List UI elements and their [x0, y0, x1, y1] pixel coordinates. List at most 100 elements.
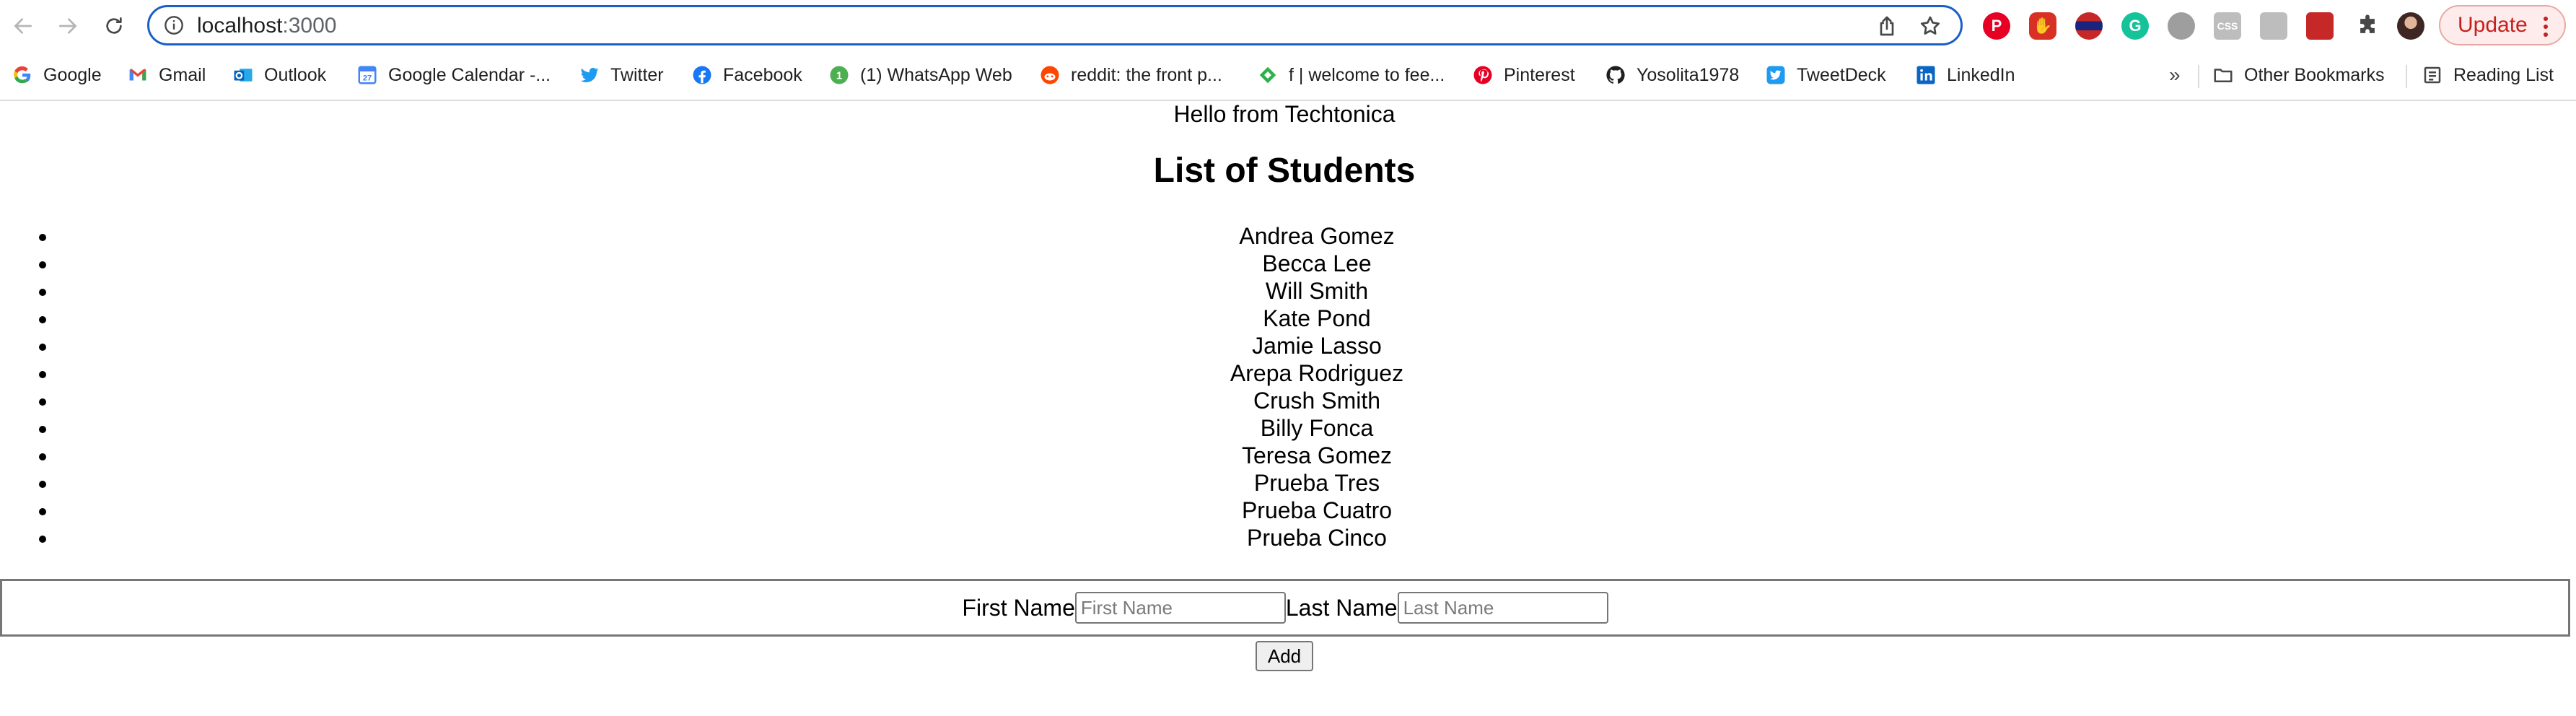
student-list-item: Arepa Rodriguez	[58, 359, 2576, 387]
outlook-icon	[232, 64, 254, 86]
bookmarks-overflow-button[interactable]: »	[2169, 61, 2181, 90]
bookmark-star-icon[interactable]	[1919, 14, 1942, 38]
add-button[interactable]: Add	[1256, 641, 1313, 671]
first-name-label: First Name	[962, 595, 1075, 621]
bookmark-label: Google	[43, 64, 102, 85]
arrow-right-icon	[59, 18, 76, 34]
info-icon[interactable]	[164, 15, 184, 35]
tweetdeck-icon	[1765, 64, 1787, 86]
reddit-icon	[1039, 64, 1061, 86]
github-icon	[1605, 64, 1626, 86]
bookmark-outlook[interactable]: Outlook	[232, 61, 326, 90]
pinterest-icon	[1472, 64, 1494, 86]
add-student-form: First Name Last Name	[0, 579, 2570, 637]
overflow-chevron-icon: »	[2169, 64, 2181, 86]
bookmarks-divider	[2198, 65, 2199, 88]
student-list-item: Prueba Cuatro	[58, 497, 2576, 524]
twitter-icon	[579, 64, 600, 86]
facebook-icon	[691, 64, 713, 86]
feedly-icon	[1257, 64, 1279, 86]
extensions-puzzle-icon[interactable]	[2354, 12, 2381, 40]
bookmarks-divider	[2406, 65, 2407, 88]
pinterest-extension-icon[interactable]: P	[1983, 12, 2010, 40]
student-list-item: Becca Lee	[58, 250, 2576, 277]
bookmark-feedly[interactable]: f | welcome to fee...	[1257, 61, 1445, 90]
page-content: Hello from Techtonica List of Students A…	[0, 101, 2576, 716]
bookmark-pinterest[interactable]: Pinterest	[1472, 61, 1575, 90]
student-list-item: Billy Fonca	[58, 414, 2576, 442]
profile-avatar[interactable]	[2397, 12, 2424, 40]
reading-list-button[interactable]: Reading List	[2422, 61, 2554, 90]
bookmark-github[interactable]: Yosolita1978	[1605, 61, 1739, 90]
bookmark-label: Facebook	[723, 64, 802, 85]
page-title: List of Students	[1153, 152, 1416, 190]
folder-icon	[2212, 64, 2234, 86]
student-list-item: Teresa Gomez	[58, 442, 2576, 469]
bookmark-label: Yosolita1978	[1637, 64, 1740, 85]
screen-extension-icon[interactable]	[2260, 12, 2287, 40]
bookmark-label: Google Calendar -...	[388, 64, 551, 85]
bookmark-label: Outlook	[264, 64, 327, 85]
more-vertical-icon	[2544, 17, 2548, 37]
css-extension-icon[interactable]: CSS	[2214, 12, 2241, 40]
bookmark-label: Gmail	[159, 64, 206, 85]
last-name-input[interactable]	[1397, 592, 1608, 624]
bookmark-gmail[interactable]: Gmail	[127, 61, 206, 90]
first-name-input[interactable]	[1074, 592, 1286, 624]
other-bookmarks-label: Other Bookmarks	[2244, 64, 2385, 85]
url-text[interactable]: localhost:3000	[197, 13, 336, 39]
linkedin-icon	[1915, 64, 1937, 86]
bookmark-label: Pinterest	[1504, 64, 1575, 85]
bookmark-label: (1) WhatsApp Web	[860, 64, 1012, 85]
bookmark-label: f | welcome to fee...	[1289, 64, 1445, 85]
url-host: localhost	[197, 14, 283, 38]
bookmark-label: Twitter	[610, 64, 664, 85]
url-port: :3000	[282, 14, 337, 38]
update-button[interactable]: Update	[2439, 5, 2566, 45]
svg-text:1: 1	[836, 70, 842, 82]
reload-icon	[106, 17, 122, 34]
browser-toolbar: localhost:3000 P ✋ G CSS Update	[0, 0, 2576, 52]
other-bookmarks-button[interactable]: Other Bookmarks	[2212, 61, 2385, 90]
student-list-item: Kate Pond	[58, 305, 2576, 332]
bookmark-twitter[interactable]: Twitter	[579, 61, 664, 90]
photo-extension-icon[interactable]	[2306, 12, 2334, 40]
address-bar[interactable]: localhost:3000	[147, 5, 1963, 45]
reading-list-label: Reading List	[2453, 64, 2554, 85]
bookmark-google-calendar[interactable]: 27 Google Calendar -...	[356, 61, 551, 90]
bookmarks-bar: Google Gmail Outlook 27 Google Calendar …	[0, 52, 2576, 101]
greeting-text: Hello from Techtonica	[1173, 101, 1396, 127]
gmail-icon	[127, 64, 149, 86]
update-label: Update	[2458, 13, 2528, 37]
back-button[interactable]	[7, 10, 39, 42]
arrow-left-icon	[14, 18, 32, 34]
bookmark-linkedin[interactable]: LinkedIn	[1915, 61, 2015, 90]
bookmark-label: TweetDeck	[1797, 64, 1886, 85]
whatsapp-icon: 1	[828, 64, 850, 86]
student-list-item: Will Smith	[58, 277, 2576, 305]
student-list-item: Crush Smith	[58, 387, 2576, 414]
bookmark-label: LinkedIn	[1947, 64, 2015, 85]
bookmark-tweetdeck[interactable]: TweetDeck	[1765, 61, 1886, 90]
student-list-item: Jamie Lasso	[58, 332, 2576, 359]
flag-extension-icon[interactable]	[2075, 12, 2103, 40]
student-list-item: Prueba Tres	[58, 469, 2576, 497]
student-list: Andrea GomezBecca LeeWill SmithKate Pond…	[0, 222, 2576, 551]
speech-bubble-extension-icon[interactable]	[2168, 12, 2195, 40]
bookmark-facebook[interactable]: Facebook	[691, 61, 802, 90]
bookmark-label: reddit: the front p...	[1071, 64, 1222, 85]
bookmark-whatsapp[interactable]: 1 (1) WhatsApp Web	[828, 61, 1012, 90]
bookmark-reddit[interactable]: reddit: the front p...	[1039, 61, 1222, 90]
student-list-item: Prueba Cinco	[58, 524, 2576, 551]
reading-list-icon	[2422, 64, 2443, 86]
bookmark-google[interactable]: Google	[12, 61, 102, 90]
grammarly-extension-icon[interactable]: G	[2121, 12, 2149, 40]
calendar-icon: 27	[356, 64, 378, 86]
last-name-label: Last Name	[1285, 595, 1398, 621]
reload-button[interactable]	[98, 10, 130, 42]
adblock-extension-icon[interactable]: ✋	[2029, 12, 2056, 40]
forward-button[interactable]	[52, 10, 84, 42]
student-list-item: Andrea Gomez	[58, 222, 2576, 250]
svg-text:27: 27	[363, 74, 372, 83]
share-icon[interactable]	[1875, 14, 1898, 38]
